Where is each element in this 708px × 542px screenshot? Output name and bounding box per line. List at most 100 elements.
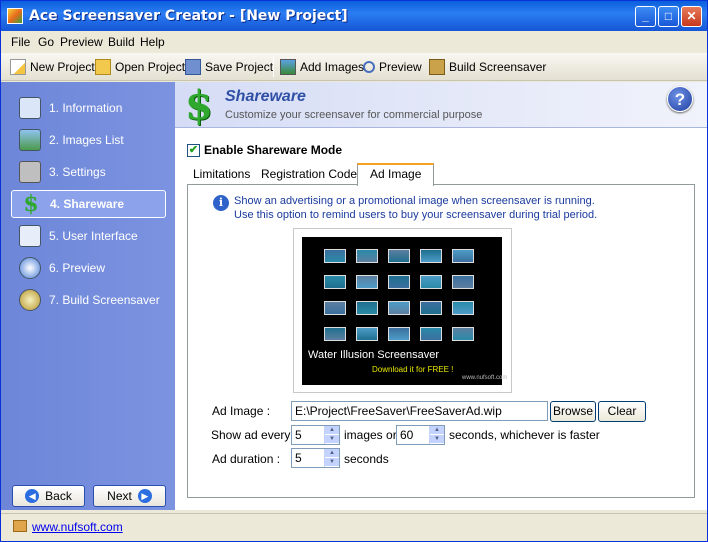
minimize-button[interactable]: _ <box>635 6 656 27</box>
build-icon <box>19 289 41 311</box>
app-icon <box>7 8 23 24</box>
tab-ad-image[interactable]: Ad Image <box>357 163 435 186</box>
page-subtitle: Customize your screensaver for commercia… <box>225 109 483 121</box>
show-every-spin-buttons[interactable]: ▲ ▼ <box>324 426 339 444</box>
sidebar-item-images-list[interactable]: 2. Images List <box>11 126 166 154</box>
tab-registration-code[interactable]: Registration Code <box>255 165 363 185</box>
title-bar[interactable]: Ace Screensaver Creator - [New Project] … <box>1 1 707 31</box>
preview-thumbnail <box>356 275 378 289</box>
preview-site-text: www.nufsoft.com <box>462 375 508 381</box>
toolbar: New Project Open Project Save Project Ad… <box>1 53 707 81</box>
preview-thumbnail <box>452 327 474 341</box>
menu-build[interactable]: Build <box>108 35 135 49</box>
enable-shareware-checkbox[interactable]: ✔ Enable Shareware Mode <box>187 143 342 157</box>
preview-download-text: Download it for FREE ! <box>372 365 454 374</box>
preview-thumbnail <box>324 249 346 263</box>
new-project-label: New Project <box>30 60 95 74</box>
toolbar-separator <box>273 57 274 77</box>
preview-thumbnail <box>388 301 410 315</box>
sidebar-item-preview[interactable]: 6. Preview <box>11 254 166 282</box>
sidebar-item-label: 4. Shareware <box>50 197 125 211</box>
maximize-button[interactable]: □ <box>658 6 679 27</box>
preview-thumbnail <box>388 327 410 341</box>
menu-go[interactable]: Go <box>38 35 54 49</box>
preview-thumbnail <box>324 275 346 289</box>
app-window: Ace Screensaver Creator - [New Project] … <box>0 0 708 542</box>
spin-down-icon[interactable]: ▼ <box>430 435 444 444</box>
build-screensaver-label: Build Screensaver <box>449 60 547 74</box>
sidebar-item-shareware[interactable]: $ 4. Shareware <box>11 190 166 218</box>
website-link[interactable]: www.nufsoft.com <box>32 520 123 534</box>
next-label: Next <box>107 489 132 503</box>
sidebar-item-label: 6. Preview <box>49 261 106 275</box>
ad-duration-value: 5 <box>295 451 302 465</box>
tab-limitations[interactable]: Limitations <box>187 165 256 185</box>
info-line-1: Show an advertising or a promotional ima… <box>234 195 595 207</box>
preview-label: Preview <box>379 60 422 74</box>
preview-thumbnail <box>324 327 346 341</box>
open-project-button[interactable]: Open Project <box>95 58 185 76</box>
ad-duration-label: Ad duration : <box>212 452 281 466</box>
preview-thumbnail <box>388 275 410 289</box>
menu-help[interactable]: Help <box>140 35 165 49</box>
add-images-label: Add Images <box>300 60 365 74</box>
info-line-2: Use this option to remind users to buy y… <box>234 209 598 221</box>
save-project-button[interactable]: Save Project <box>185 58 273 76</box>
new-project-icon <box>10 59 26 75</box>
show-ad-every-label: Show ad every <box>211 428 291 442</box>
spin-down-icon[interactable]: ▼ <box>325 435 339 444</box>
add-images-icon <box>280 59 296 75</box>
home-icon <box>13 520 27 532</box>
build-icon <box>429 59 445 75</box>
preview-thumbnail <box>452 275 474 289</box>
preview-thumbnail <box>324 301 346 315</box>
spin-up-icon[interactable]: ▲ <box>430 426 444 435</box>
spin-up-icon[interactable]: ▲ <box>325 426 339 435</box>
sidebar-item-label: 2. Images List <box>49 133 124 147</box>
arrow-right-icon: ▶ <box>137 489 152 503</box>
sidebar-item-build-screensaver[interactable]: 7. Build Screensaver <box>11 286 166 314</box>
save-project-label: Save Project <box>205 60 274 74</box>
show-every-value: 5 <box>295 428 302 442</box>
preview-thumbnail <box>452 249 474 263</box>
window-title: Ace Screensaver Creator - [New Project] <box>29 8 348 24</box>
help-icon[interactable]: ? <box>667 86 693 112</box>
status-bar: www.nufsoft.com <box>1 513 707 541</box>
preview-thumbnail <box>420 249 442 263</box>
page-title: Shareware <box>225 88 306 105</box>
seconds-label: seconds <box>344 452 389 466</box>
menu-preview[interactable]: Preview <box>60 35 103 49</box>
images-or-label: images or <box>344 428 397 442</box>
seconds-interval-spin-buttons[interactable]: ▲ ▼ <box>429 426 444 444</box>
ad-duration-spin-buttons[interactable]: ▲ ▼ <box>324 449 339 467</box>
spin-up-icon[interactable]: ▲ <box>325 449 339 458</box>
preview-thumbnail <box>420 301 442 315</box>
clear-button[interactable]: Clear <box>598 401 646 422</box>
sidebar-item-settings[interactable]: 3. Settings <box>11 158 166 186</box>
seconds-faster-label: seconds, whichever is faster <box>449 428 600 442</box>
checkmark-icon: ✔ <box>187 143 200 157</box>
back-button[interactable]: ◀ Back <box>12 485 85 507</box>
sidebar-item-user-interface[interactable]: 5. User Interface <box>11 222 166 250</box>
settings-icon <box>19 161 41 183</box>
preview-thumbnail <box>420 275 442 289</box>
images-list-icon <box>19 129 41 151</box>
ad-image-path-field[interactable]: E:\Project\FreeSaver\FreeSaverAd.wip <box>291 401 548 421</box>
information-icon <box>19 97 41 119</box>
add-images-button[interactable]: Add Images <box>280 58 364 76</box>
sidebar-item-information[interactable]: 1. Information <box>11 94 166 122</box>
spin-down-icon[interactable]: ▼ <box>325 458 339 467</box>
preview-button[interactable]: Preview <box>363 58 422 76</box>
new-project-button[interactable]: New Project <box>10 58 95 76</box>
open-folder-icon <box>95 59 111 75</box>
preview-title: Water Illusion Screensaver <box>308 349 440 361</box>
browse-button[interactable]: Browse <box>550 401 596 422</box>
menu-file[interactable]: File <box>11 35 30 49</box>
next-button[interactable]: Next ▶ <box>93 485 166 507</box>
sidebar-item-label: 5. User Interface <box>49 229 138 243</box>
build-screensaver-button[interactable]: Build Screensaver <box>429 58 546 76</box>
sidebar-item-label: 7. Build Screensaver <box>49 293 160 307</box>
preview-thumbnail <box>420 327 442 341</box>
dollar-icon: $ <box>23 191 39 217</box>
close-button[interactable]: ✕ <box>681 6 702 27</box>
